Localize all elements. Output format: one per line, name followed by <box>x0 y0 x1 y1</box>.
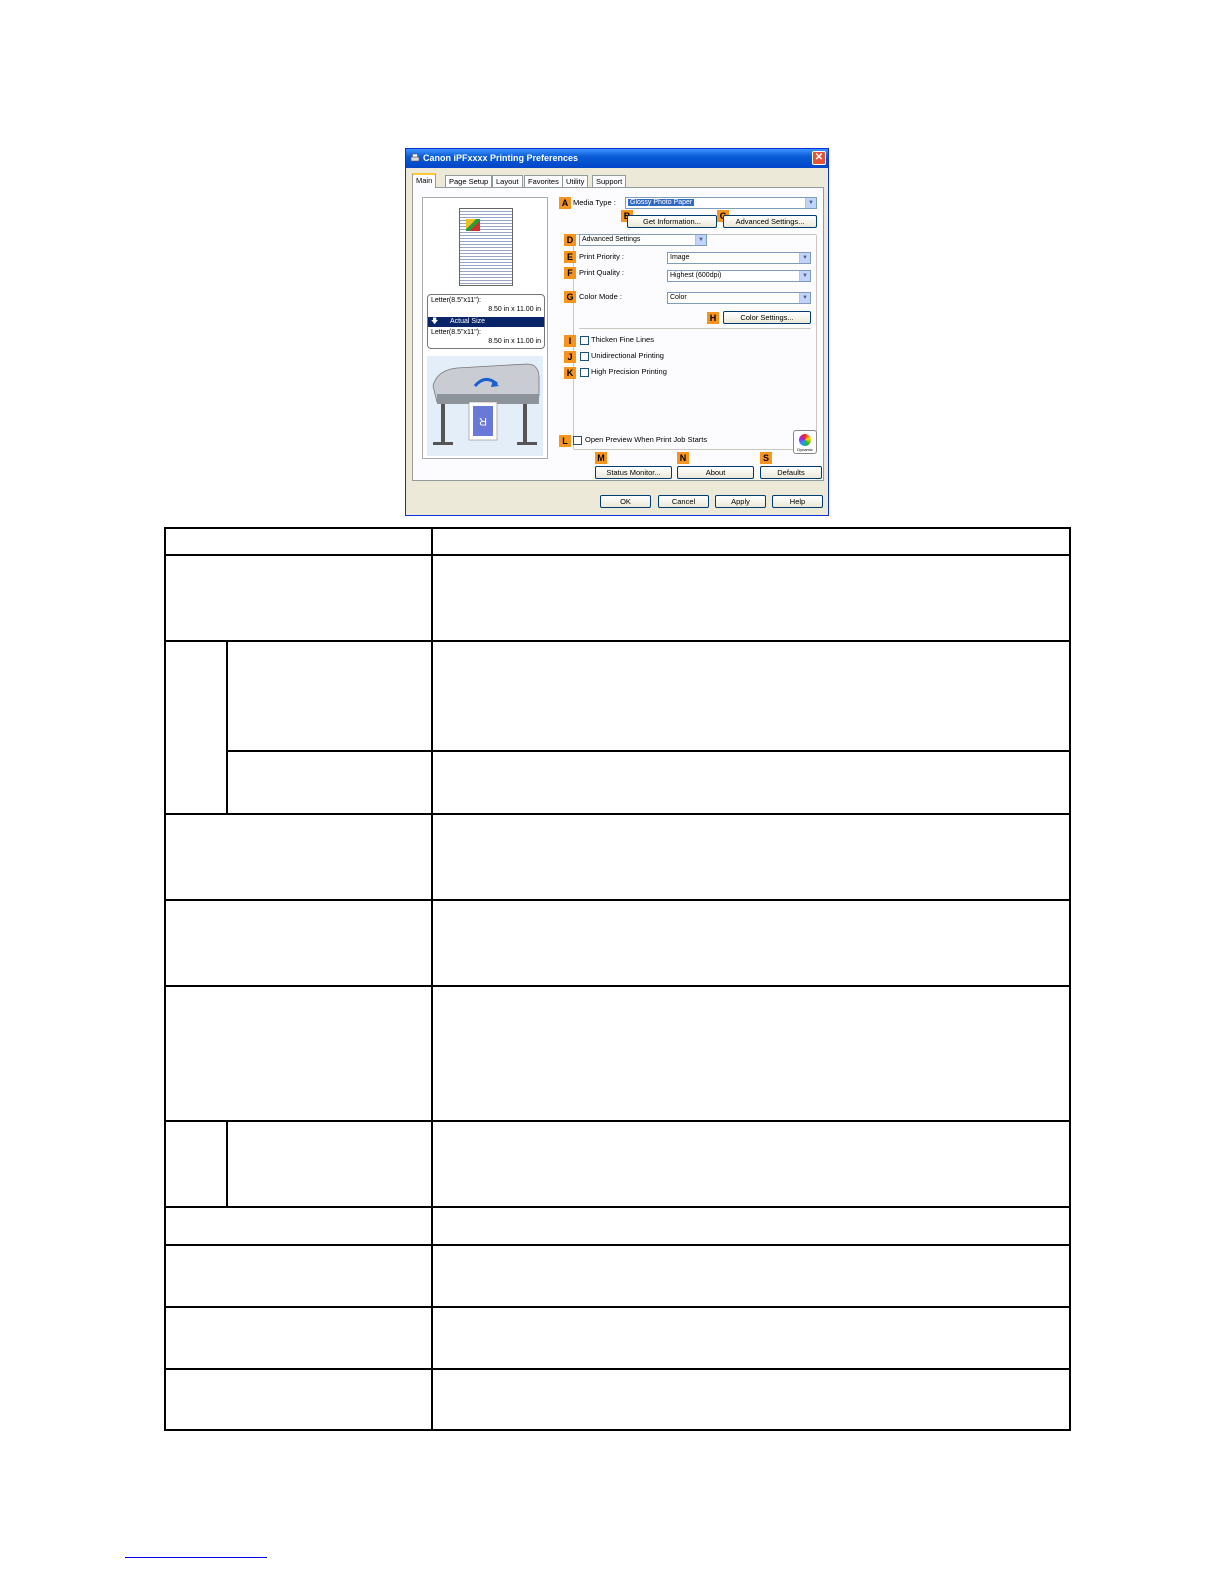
cancel-button[interactable]: Cancel <box>658 495 709 508</box>
table-row-divider <box>164 899 1071 901</box>
print-preview-area: Letter(8.5"x11"): 8.50 in x 11.00 in 🡇 A… <box>422 197 548 459</box>
image-thumbnail <box>466 219 480 231</box>
print-quality-select[interactable]: Highest (600dpi) ▼ <box>667 270 811 282</box>
print-mode-highlight: 🡇 Actual Size <box>428 317 544 327</box>
open-preview-label: Open Preview When Print Job Starts <box>585 435 708 444</box>
callout-i: I <box>564 335 576 347</box>
print-priority-value: Image <box>670 254 690 261</box>
dynamic-label: Dynamic <box>797 447 813 452</box>
table-row-divider <box>164 1206 1071 1208</box>
callout-k: K <box>564 367 576 379</box>
status-monitor-button[interactable]: Status Monitor... <box>595 466 672 479</box>
table-border-right <box>1069 527 1071 1431</box>
printer-illustration: R <box>427 356 543 456</box>
table-row-divider <box>164 554 1071 556</box>
table-row-divider <box>164 640 1071 642</box>
tab-utility[interactable]: Utility <box>562 175 589 187</box>
callout-f: F <box>564 267 576 279</box>
media-type-label: Media Type : <box>573 198 616 207</box>
paper-size-line1: Letter(8.5"x11"): <box>431 297 481 304</box>
thicken-fine-lines-checkbox[interactable] <box>580 336 589 345</box>
chevron-down-icon: ▼ <box>799 293 810 303</box>
divider <box>579 328 811 329</box>
paper-size-info: Letter(8.5"x11"): 8.50 in x 11.00 in 🡇 A… <box>427 294 545 349</box>
callout-a: A <box>559 197 571 209</box>
output-size-line2: 8.50 in x 11.00 in <box>488 338 541 345</box>
callout-h: H <box>707 312 719 324</box>
chevron-down-icon: ▼ <box>799 271 810 281</box>
callout-l: L <box>559 435 571 447</box>
svg-text:R: R <box>479 415 487 427</box>
paper-size-line2: 8.50 in x 11.00 in <box>488 306 541 313</box>
table-row-divider <box>164 985 1071 987</box>
table-border-top <box>164 527 1071 529</box>
open-preview-checkbox[interactable] <box>573 436 582 445</box>
table-column-divider <box>431 527 433 1431</box>
table-subcolumn-divider <box>226 1120 228 1208</box>
tab-main[interactable]: Main <box>412 173 437 188</box>
table-row-divider <box>164 1368 1071 1370</box>
get-information-button[interactable]: Get Information... <box>627 215 717 228</box>
unidirectional-printing-label: Unidirectional Printing <box>591 351 664 360</box>
down-arrow-icon: 🡇 <box>431 318 439 325</box>
tab-favorites[interactable]: Favorites <box>524 175 563 187</box>
thicken-fine-lines-label: Thicken Fine Lines <box>591 335 654 344</box>
color-mode-select[interactable]: Color ▼ <box>667 292 811 304</box>
help-button[interactable]: Help <box>772 495 823 508</box>
color-mode-label: Color Mode : <box>579 292 622 301</box>
print-quality-label: Print Quality : <box>579 268 625 277</box>
chevron-down-icon: ▼ <box>799 253 810 263</box>
tab-layout[interactable]: Layout <box>492 175 523 187</box>
printing-preferences-dialog: Canon iPFxxxx Printing Preferences ✕ Mai… <box>405 148 829 516</box>
unidirectional-printing-checkbox[interactable] <box>580 352 589 361</box>
media-type-value: Glossy Photo Paper <box>628 199 695 206</box>
output-size-line1: Letter(8.5"x11"): <box>431 329 481 336</box>
high-precision-printing-checkbox[interactable] <box>580 368 589 377</box>
settings-mode-value: Advanced Settings <box>582 236 641 243</box>
about-button[interactable]: About <box>677 466 754 479</box>
settings-mode-select[interactable]: Advanced Settings ▼ <box>579 234 707 246</box>
chevron-down-icon: ▼ <box>695 235 706 245</box>
media-type-select[interactable]: Glossy Photo Paper ▼ <box>625 197 817 209</box>
color-settings-button[interactable]: Color Settings... <box>723 311 811 324</box>
high-precision-printing-label: High Precision Printing <box>591 367 667 376</box>
color-wheel-icon <box>799 434 811 446</box>
print-priority-select[interactable]: Image ▼ <box>667 252 811 264</box>
close-icon[interactable]: ✕ <box>812 151 826 165</box>
table-row-divider <box>164 1244 1071 1246</box>
window-title: Canon iPFxxxx Printing Preferences <box>423 153 579 163</box>
print-mode-label: Actual Size <box>450 318 486 325</box>
table-row-divider <box>164 813 1071 815</box>
callout-e: E <box>564 251 576 263</box>
page-preview-thumbnail <box>459 208 513 286</box>
table-row-divider <box>164 1306 1071 1308</box>
defaults-button[interactable]: Defaults <box>760 466 822 479</box>
table-row-divider <box>164 1120 1071 1122</box>
table-border-left <box>164 527 166 1431</box>
callout-n: N <box>677 452 689 464</box>
dynamic-color-icon[interactable]: Dynamic <box>793 430 817 454</box>
ok-button[interactable]: OK <box>600 495 651 508</box>
color-mode-value: Color <box>670 294 687 301</box>
title-bar[interactable]: Canon iPFxxxx Printing Preferences ✕ <box>406 149 828 168</box>
main-tab-panel: Letter(8.5"x11"): 8.50 in x 11.00 in 🡇 A… <box>412 187 824 481</box>
callout-g: G <box>564 291 576 303</box>
callout-j: J <box>564 351 576 363</box>
callout-s: S <box>760 452 772 464</box>
callout-d: D <box>564 234 576 246</box>
table-subcolumn-divider <box>226 640 228 815</box>
footer-link-underline[interactable] <box>125 1557 267 1558</box>
table-border-bottom <box>164 1429 1071 1431</box>
printer-app-icon <box>410 153 420 162</box>
callout-m: M <box>595 452 607 464</box>
table-row-divider <box>226 750 1071 752</box>
tab-support[interactable]: Support <box>592 175 627 187</box>
print-quality-value: Highest (600dpi) <box>670 272 722 279</box>
apply-button[interactable]: Apply <box>715 495 766 508</box>
tab-page-setup[interactable]: Page Setup <box>445 175 493 187</box>
print-priority-label: Print Priority : <box>579 252 625 261</box>
chevron-down-icon: ▼ <box>805 198 816 208</box>
advanced-settings-button[interactable]: Advanced Settings... <box>723 215 817 228</box>
